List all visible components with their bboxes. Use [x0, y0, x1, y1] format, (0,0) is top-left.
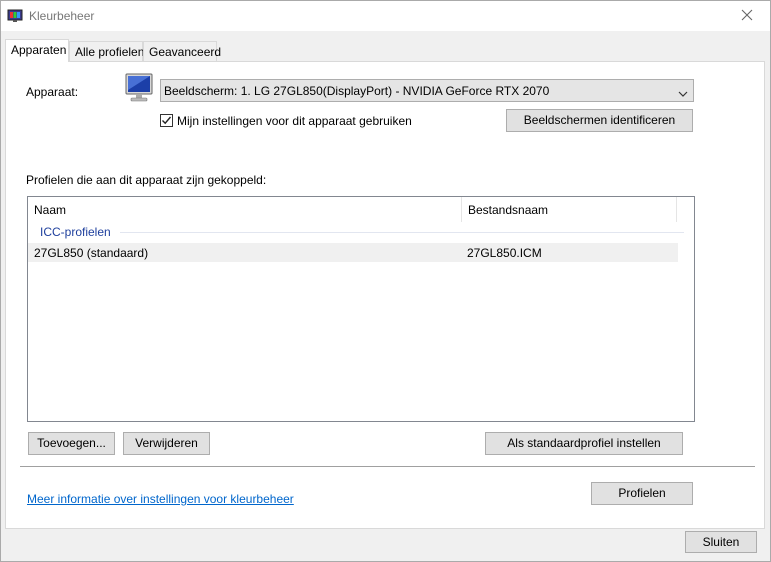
profiles-list[interactable]: Naam Bestandsnaam ICC-profielen 27GL850 … [27, 196, 695, 422]
monitor-icon [123, 72, 157, 106]
close-button[interactable]: Sluiten [685, 531, 757, 553]
column-header-name[interactable]: Naam [28, 197, 460, 222]
tab-panel-apparaten: Apparaat: Beeldscherm: 1. LG 27GL850(Dis… [5, 61, 765, 529]
profiles-button[interactable]: Profielen [591, 482, 693, 505]
profiles-label: Profielen die aan dit apparaat zijn geko… [26, 173, 267, 187]
group-icc-profiles[interactable]: ICC-profielen [40, 225, 111, 239]
title-bar: Kleurbeheer [1, 1, 770, 31]
more-info-link[interactable]: Meer informatie over instellingen voor k… [27, 492, 294, 506]
remove-button[interactable]: Verwijderen [123, 432, 210, 455]
close-window-button[interactable] [724, 1, 770, 31]
identify-displays-button[interactable]: Beeldschermen identificeren [506, 109, 693, 132]
color-management-window: Kleurbeheer Apparaten Alle profielen Gea… [0, 0, 771, 562]
group-divider [120, 232, 684, 233]
use-my-settings-checkbox[interactable] [160, 114, 173, 127]
device-select[interactable]: Beeldscherm: 1. LG 27GL850(DisplayPort) … [160, 79, 694, 102]
column-separator[interactable] [676, 197, 677, 222]
chevron-down-icon [678, 87, 688, 97]
use-my-settings-label: Mijn instellingen voor dit apparaat gebr… [177, 114, 412, 128]
tab-geavanceerd[interactable]: Geavanceerd [143, 41, 221, 61]
device-select-value: Beeldscherm: 1. LG 27GL850(DisplayPort) … [164, 84, 550, 98]
window-title: Kleurbeheer [29, 9, 95, 23]
add-button[interactable]: Toevoegen... [28, 432, 115, 455]
set-default-profile-button[interactable]: Als standaardprofiel instellen [485, 432, 683, 455]
tab-apparaten[interactable]: Apparaten [5, 39, 69, 62]
tab-alle-profielen[interactable]: Alle profielen [69, 41, 144, 61]
profile-filename: 27GL850.ICM [467, 246, 542, 260]
list-header: Naam Bestandsnaam [28, 197, 694, 222]
table-row[interactable]: 27GL850 (standaard) 27GL850.ICM [28, 243, 678, 262]
close-icon [741, 9, 753, 24]
device-label: Apparaat: [26, 85, 79, 99]
column-header-filename[interactable]: Bestandsnaam [462, 197, 676, 222]
profile-name: 27GL850 (standaard) [34, 246, 149, 260]
divider [20, 466, 755, 467]
color-management-icon [7, 8, 23, 24]
